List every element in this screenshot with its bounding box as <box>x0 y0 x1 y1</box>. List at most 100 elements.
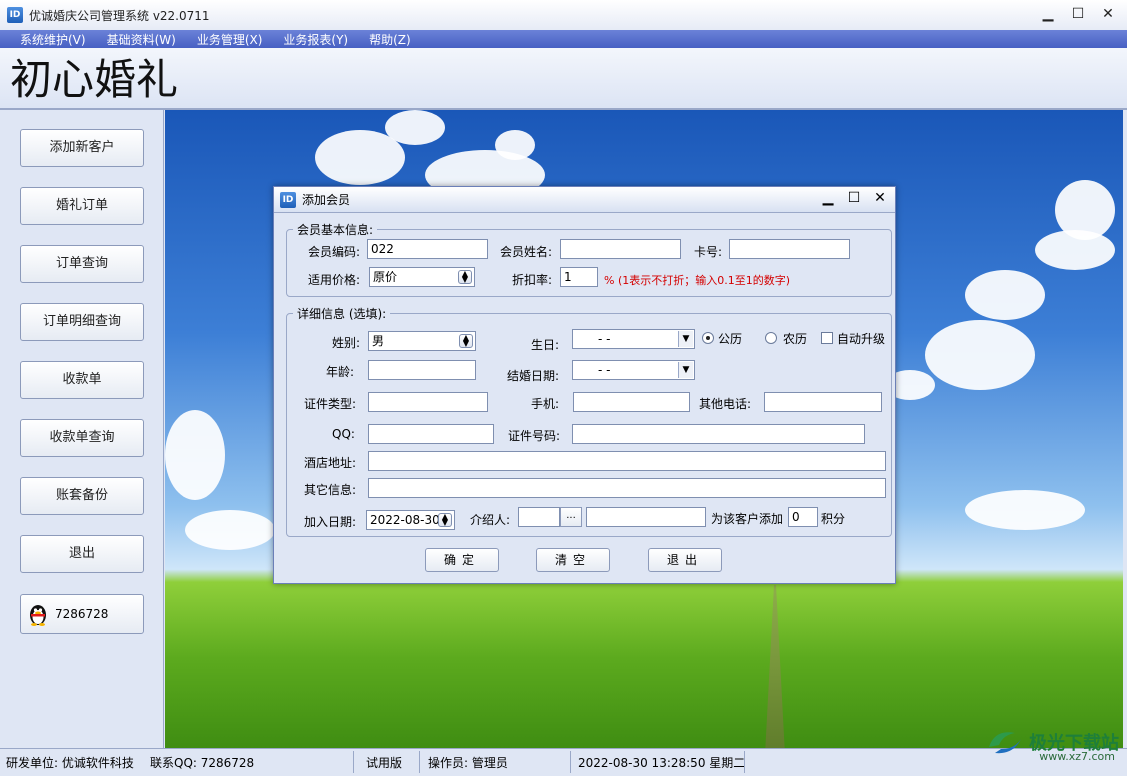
other-info-label: 其它信息: <box>304 483 357 497</box>
auto-upgrade-checkbox[interactable] <box>821 332 833 344</box>
add-customer-button[interactable]: 添加新客户 <box>20 129 144 167</box>
lunar-label: 农历 <box>783 332 808 346</box>
close-icon[interactable]: ✕ <box>1095 4 1121 24</box>
price-value: 原价 <box>373 270 398 284</box>
solar-label: 公历 <box>718 332 743 346</box>
member-name-input[interactable] <box>560 239 681 259</box>
age-label: 年龄: <box>326 365 355 379</box>
window-titlebar: ID 优诚婚庆公司管理系统 v22.0711 ▁ ☐ ✕ <box>0 0 1127 30</box>
phone-input[interactable] <box>573 392 690 412</box>
detail-info-legend: 详细信息 (选填): <box>297 307 387 321</box>
wedding-date-picker[interactable]: - - ▼ <box>572 360 695 380</box>
dialog-maximize-icon[interactable]: ☐ <box>845 190 863 206</box>
menu-system[interactable]: 系统维护(V) <box>20 31 86 48</box>
gender-label: 姓别: <box>332 336 361 350</box>
sidebar: 添加新客户 婚礼订单 订单查询 订单明细查询 收款单 收款单查询 账套备份 退出… <box>4 110 164 748</box>
other-info-input[interactable] <box>368 478 886 498</box>
other-phone-label: 其他电话: <box>699 397 752 411</box>
basic-info-legend: 会员基本信息: <box>297 223 374 237</box>
window-title: 优诚婚庆公司管理系统 v22.0711 <box>29 8 210 23</box>
join-date-label: 加入日期: <box>304 515 357 529</box>
lunar-radio[interactable] <box>765 332 777 344</box>
minimize-icon[interactable]: ▁ <box>1035 4 1061 24</box>
dialog-titlebar: ID 添加会员 ▁ ☐ ✕ <box>274 187 895 213</box>
points-prefix-label: 为该客户添加 <box>711 512 784 526</box>
menu-bar: 系统维护(V) 基础资料(W) 业务管理(X) 业务报表(Y) 帮助(Z) <box>0 30 1127 48</box>
status-bar: 研发单位: 优诚软件科技 联系QQ: 7286728 试用版 操作员: 管理员 … <box>0 748 1127 776</box>
solar-radio[interactable] <box>702 332 714 344</box>
qq-contact-button[interactable]: 7286728 <box>20 594 144 634</box>
qq-input[interactable] <box>368 424 494 444</box>
join-date-input[interactable]: 2022-08-30 ▲ ▼ <box>366 510 455 530</box>
price-spin-icon[interactable]: ▲ ▼ <box>458 270 472 284</box>
dialog-minimize-icon[interactable]: ▁ <box>819 190 837 206</box>
clear-button[interactable]: 清空 <box>536 548 610 572</box>
hotel-label: 酒店地址: <box>304 456 357 470</box>
birthday-value: - - <box>598 332 611 346</box>
watermark-logo-icon <box>985 727 1025 757</box>
status-developer: 研发单位: 优诚软件科技 <box>6 756 134 770</box>
age-input[interactable] <box>368 360 476 380</box>
birthday-dropdown-icon[interactable]: ▼ <box>678 331 693 347</box>
card-input[interactable] <box>729 239 850 259</box>
receipt-query-button[interactable]: 收款单查询 <box>20 419 144 457</box>
price-select[interactable]: 原价 ▲ ▼ <box>369 267 475 287</box>
referrer-name-input[interactable] <box>586 507 706 527</box>
birthday-label: 生日: <box>531 338 560 352</box>
dialog-title: 添加会员 <box>302 193 351 207</box>
status-operator: 操作员: 管理员 <box>428 756 508 770</box>
auto-upgrade-label: 自动升级 <box>837 332 886 346</box>
backup-button[interactable]: 账套备份 <box>20 477 144 515</box>
gender-select[interactable]: 男 ▲ ▼ <box>368 331 476 351</box>
wedding-date-label: 结婚日期: <box>507 369 560 383</box>
wedding-order-button[interactable]: 婚礼订单 <box>20 187 144 225</box>
wedding-date-value: - - <box>598 363 611 377</box>
dialog-close-icon[interactable]: ✕ <box>871 190 889 206</box>
brand-title: 初心婚礼 <box>10 55 179 104</box>
menu-basic-data[interactable]: 基础资料(W) <box>107 31 176 48</box>
referrer-code-input[interactable] <box>518 507 560 527</box>
phone-label: 手机: <box>531 397 560 411</box>
referrer-browse-button[interactable]: ... <box>560 507 582 527</box>
birthday-picker[interactable]: - - ▼ <box>572 329 695 349</box>
other-phone-input[interactable] <box>764 392 882 412</box>
discount-label: 折扣率: <box>512 273 553 287</box>
order-query-button[interactable]: 订单查询 <box>20 245 144 283</box>
id-no-label: 证件号码: <box>508 429 561 443</box>
dialog-app-icon: ID <box>280 191 296 208</box>
discount-input[interactable]: 1 <box>560 267 598 287</box>
id-no-input[interactable] <box>572 424 865 444</box>
member-code-input[interactable]: 022 <box>367 239 488 259</box>
card-label: 卡号: <box>694 245 723 259</box>
menu-reports[interactable]: 业务报表(Y) <box>283 31 348 48</box>
points-suffix-label: 积分 <box>821 512 846 526</box>
receipt-button[interactable]: 收款单 <box>20 361 144 399</box>
status-datetime: 2022-08-30 13:28:50 星期二 <box>578 756 746 770</box>
hotel-input[interactable] <box>368 451 886 471</box>
exit-button[interactable]: 退出 <box>20 535 144 573</box>
referrer-label: 介绍人: <box>470 513 511 527</box>
qq-penguin-icon <box>27 602 49 626</box>
app-icon: ID <box>7 7 23 23</box>
confirm-button[interactable]: 确定 <box>425 548 499 572</box>
status-edition: 试用版 <box>366 756 403 770</box>
wedding-date-dropdown-icon[interactable]: ▼ <box>678 362 693 378</box>
id-type-label: 证件类型: <box>304 397 357 411</box>
qq-number: 7286728 <box>55 607 109 621</box>
id-type-input[interactable] <box>368 392 488 412</box>
points-input[interactable]: 0 <box>788 507 818 527</box>
join-date-spin-icon[interactable]: ▲ ▼ <box>438 513 452 527</box>
add-member-dialog: ID 添加会员 ▁ ☐ ✕ 会员基本信息: 会员编码: 022 会员姓名: 卡号… <box>273 186 896 584</box>
join-date-value: 2022-08-30 <box>370 513 440 527</box>
dialog-exit-button[interactable]: 退出 <box>648 548 722 572</box>
gender-value: 男 <box>372 334 385 348</box>
menu-business[interactable]: 业务管理(X) <box>197 31 263 48</box>
qq-label: QQ: <box>332 427 355 441</box>
member-name-label: 会员姓名: <box>500 245 553 259</box>
order-detail-query-button[interactable]: 订单明细查询 <box>20 303 144 341</box>
gender-spin-icon[interactable]: ▲ ▼ <box>459 334 473 348</box>
menu-help[interactable]: 帮助(Z) <box>369 31 411 48</box>
discount-hint: % (1表示不打折；输入0.1至1的数字) <box>604 274 791 287</box>
maximize-icon[interactable]: ☐ <box>1065 4 1091 24</box>
member-code-label: 会员编码: <box>308 245 361 259</box>
